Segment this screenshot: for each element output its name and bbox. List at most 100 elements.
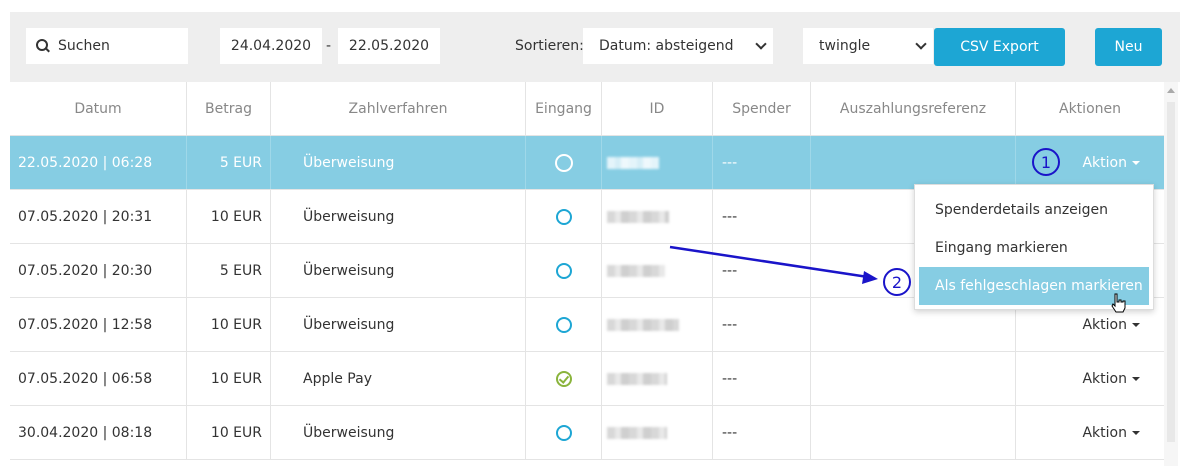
row-id bbox=[602, 244, 713, 297]
annotation-badge-1: 1 bbox=[1032, 148, 1060, 176]
row-id bbox=[602, 406, 713, 459]
row-payment-method: Apple Pay bbox=[271, 352, 526, 405]
row-id bbox=[602, 298, 713, 351]
caret-down-icon bbox=[1132, 160, 1140, 165]
search-box[interactable] bbox=[26, 28, 188, 64]
scrollbar-thumb[interactable] bbox=[1167, 102, 1175, 442]
status-open-icon[interactable] bbox=[555, 208, 572, 225]
check-circle-icon[interactable] bbox=[555, 370, 572, 387]
row-id bbox=[602, 136, 713, 189]
caret-down-icon bbox=[1132, 322, 1140, 327]
sort-label: Sortieren: bbox=[515, 38, 584, 54]
row-date: 07.05.2020 | 12:58 bbox=[10, 298, 187, 351]
receipt-status-cell bbox=[526, 406, 602, 459]
row-date: 07.05.2020 | 06:58 bbox=[10, 352, 187, 405]
row-payment-method: Überweisung bbox=[271, 190, 526, 243]
csv-export-button[interactable]: CSV Export bbox=[934, 28, 1065, 66]
column-header-id[interactable]: ID bbox=[602, 82, 713, 135]
column-header-aktionen: Aktionen bbox=[1059, 100, 1121, 117]
table-row[interactable]: 30.04.2020 | 08:18 10 EUR Überweisung --… bbox=[10, 406, 1164, 460]
sort-select[interactable]: Datum: absteigend bbox=[583, 28, 773, 64]
filter-toolbar: 24.04.2020 - 22.05.2020 Sortieren: Datum… bbox=[10, 12, 1180, 82]
row-amount: 10 EUR bbox=[187, 298, 271, 351]
row-donor: --- bbox=[713, 298, 811, 351]
aktion-label: Aktion bbox=[1082, 154, 1127, 171]
aktion-label: Aktion bbox=[1082, 370, 1127, 387]
row-payment-method: Überweisung bbox=[271, 136, 526, 189]
annotation-badge-2: 2 bbox=[883, 268, 911, 296]
row-amount: 10 EUR bbox=[187, 352, 271, 405]
status-open-icon[interactable] bbox=[555, 262, 572, 279]
menu-item-mark-received[interactable]: Eingang markieren bbox=[915, 229, 1153, 267]
column-header-betrag[interactable]: Betrag bbox=[187, 82, 271, 135]
redacted-id bbox=[607, 318, 679, 331]
source-select-value: twingle bbox=[819, 38, 871, 54]
search-icon bbox=[36, 39, 50, 53]
row-payout-reference bbox=[811, 352, 1016, 405]
aktion-dropdown-button[interactable]: Aktion bbox=[1082, 371, 1140, 387]
receipt-status-cell bbox=[526, 136, 602, 189]
aktion-dropdown-menu: Spenderdetails anzeigen Eingang markiere… bbox=[914, 184, 1154, 310]
row-donor: --- bbox=[713, 244, 811, 297]
receipt-status-cell bbox=[526, 244, 602, 297]
row-amount: 10 EUR bbox=[187, 190, 271, 243]
row-id bbox=[602, 190, 713, 243]
row-payout-reference bbox=[811, 136, 1016, 189]
row-donor: --- bbox=[713, 352, 811, 405]
row-date: 22.05.2020 | 06:28 bbox=[10, 136, 187, 189]
aktion-dropdown-button[interactable]: Aktion bbox=[1082, 155, 1140, 171]
column-header-eingang[interactable]: Eingang bbox=[526, 82, 602, 135]
row-amount: 5 EUR bbox=[187, 244, 271, 297]
receipt-status-cell bbox=[526, 190, 602, 243]
row-donor: --- bbox=[713, 190, 811, 243]
row-payout-reference bbox=[811, 406, 1016, 459]
table-row[interactable]: 07.05.2020 | 06:58 10 EUR Apple Pay --- … bbox=[10, 352, 1164, 406]
column-header-zahlverfahren[interactable]: Zahlverfahren bbox=[271, 82, 526, 135]
caret-down-icon bbox=[1132, 430, 1140, 435]
hand-pointer-cursor-icon bbox=[1111, 293, 1126, 313]
scroll-up-arrow-icon[interactable] bbox=[1167, 88, 1175, 93]
date-to-field[interactable]: 22.05.2020 bbox=[338, 28, 440, 64]
chevron-down-icon bbox=[915, 38, 927, 50]
menu-item-show-donor-details[interactable]: Spenderdetails anzeigen bbox=[915, 191, 1153, 229]
new-button[interactable]: Neu bbox=[1095, 28, 1162, 66]
caret-down-icon bbox=[1132, 376, 1140, 381]
row-donor: --- bbox=[713, 406, 811, 459]
column-header-datum[interactable]: Datum bbox=[10, 82, 187, 135]
receipt-status-cell bbox=[526, 298, 602, 351]
row-payment-method: Überweisung bbox=[271, 244, 526, 297]
search-input[interactable] bbox=[58, 38, 178, 54]
status-open-icon[interactable] bbox=[555, 424, 572, 441]
redacted-id bbox=[607, 210, 669, 223]
sort-select-value: Datum: absteigend bbox=[599, 38, 734, 54]
status-open-icon[interactable] bbox=[554, 153, 573, 172]
vertical-scrollbar[interactable] bbox=[1164, 82, 1178, 466]
redacted-id bbox=[607, 264, 665, 277]
row-amount: 10 EUR bbox=[187, 406, 271, 459]
aktion-dropdown-button[interactable]: Aktion bbox=[1082, 425, 1140, 441]
receipt-status-cell bbox=[526, 352, 602, 405]
date-from-field[interactable]: 24.04.2020 bbox=[220, 28, 322, 64]
row-date: 07.05.2020 | 20:31 bbox=[10, 190, 187, 243]
table-row[interactable]: 22.05.2020 | 06:28 5 EUR Überweisung ---… bbox=[10, 136, 1164, 190]
redacted-id bbox=[607, 372, 667, 385]
row-actions-cell: Aktion bbox=[1016, 406, 1164, 459]
column-header-auszahlungsreferenz[interactable]: Auszahlungsreferenz bbox=[811, 82, 1016, 135]
row-payment-method: Überweisung bbox=[271, 406, 526, 459]
column-header-spender[interactable]: Spender bbox=[713, 82, 811, 135]
source-select[interactable]: twingle bbox=[803, 28, 933, 64]
row-actions-cell: Aktion bbox=[1016, 352, 1164, 405]
row-date: 07.05.2020 | 20:30 bbox=[10, 244, 187, 297]
redacted-id bbox=[607, 426, 667, 439]
chevron-down-icon bbox=[755, 38, 767, 50]
aktion-dropdown-button[interactable]: Aktion bbox=[1082, 317, 1140, 333]
status-open-icon[interactable] bbox=[555, 316, 572, 333]
date-range-separator: - bbox=[326, 38, 332, 54]
aktion-label: Aktion bbox=[1082, 316, 1127, 333]
aktion-label: Aktion bbox=[1082, 424, 1127, 441]
redacted-id bbox=[607, 156, 659, 169]
table-header-row: Datum Betrag Zahlverfahren Eingang ID Sp… bbox=[10, 82, 1164, 136]
row-donor: --- bbox=[713, 136, 811, 189]
row-id bbox=[602, 352, 713, 405]
row-amount: 5 EUR bbox=[187, 136, 271, 189]
